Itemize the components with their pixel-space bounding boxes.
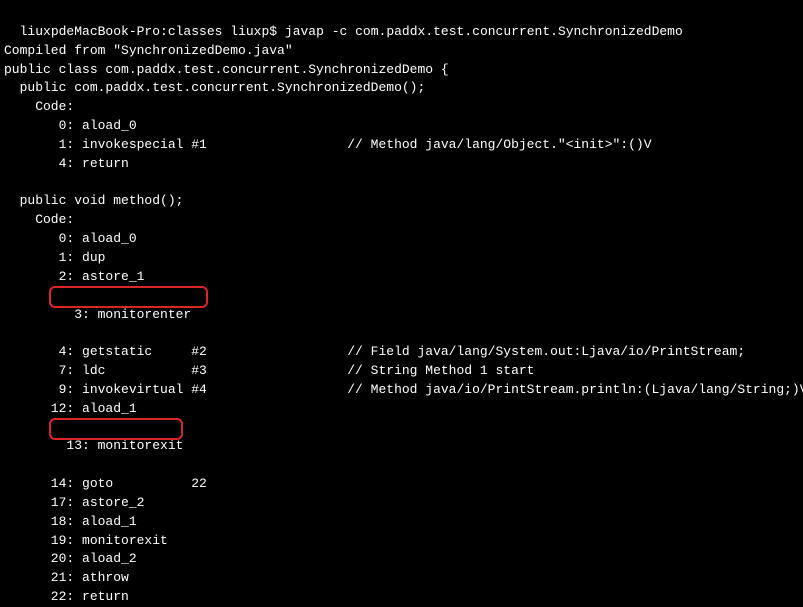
bytecode-line-monitorexit: 13: monitorexit	[4, 419, 799, 476]
bytecode-line: 14: goto 22	[4, 475, 799, 494]
bytecode-line: 12: aload_1	[4, 400, 799, 419]
bytecode-line: 17: astore_2	[4, 494, 799, 513]
bytecode-text: 3: monitorenter	[20, 307, 192, 322]
highlight-monitorexit	[49, 418, 183, 440]
bytecode-line-monitorenter: 3: monitorenter	[4, 287, 799, 344]
class-declaration: public class com.paddx.test.concurrent.S…	[4, 61, 799, 80]
bytecode-line: 1: invokespecial #1 // Method java/lang/…	[4, 136, 799, 155]
blank-line	[4, 174, 799, 193]
bytecode-line: 0: aload_0	[4, 230, 799, 249]
prompt-dollar: $	[269, 24, 277, 39]
method-signature: public void method();	[4, 192, 799, 211]
bytecode-line: 1: dup	[4, 249, 799, 268]
bytecode-line: 19: monitorexit	[4, 532, 799, 551]
prompt-user: liuxp	[230, 24, 269, 39]
bytecode-text: 13: monitorexit	[20, 438, 184, 453]
bytecode-line: 0: aload_0	[4, 117, 799, 136]
bytecode-line: 21: athrow	[4, 569, 799, 588]
bytecode-line: 18: aload_1	[4, 513, 799, 532]
code-label: Code:	[4, 98, 799, 117]
bytecode-line: 7: ldc #3 // String Method 1 start	[4, 362, 799, 381]
prompt-host-path: liuxpdeMacBook-Pro:classes	[20, 24, 223, 39]
constructor-signature: public com.paddx.test.concurrent.Synchro…	[4, 79, 799, 98]
bytecode-line: 22: return	[4, 588, 799, 607]
terminal-prompt-line: liuxpdeMacBook-Pro:classes liuxp$ javap …	[4, 4, 799, 42]
bytecode-line: 4: return	[4, 155, 799, 174]
command-text: javap -c com.paddx.test.concurrent.Synch…	[285, 24, 683, 39]
code-label: Code:	[4, 211, 799, 230]
highlight-monitorenter	[49, 286, 208, 308]
bytecode-line: 2: astore_1	[4, 268, 799, 287]
bytecode-line: 9: invokevirtual #4 // Method java/io/Pr…	[4, 381, 799, 400]
bytecode-line: 4: getstatic #2 // Field java/lang/Syste…	[4, 343, 799, 362]
compiled-from-line: Compiled from "SynchronizedDemo.java"	[4, 42, 799, 61]
bytecode-line: 20: aload_2	[4, 550, 799, 569]
